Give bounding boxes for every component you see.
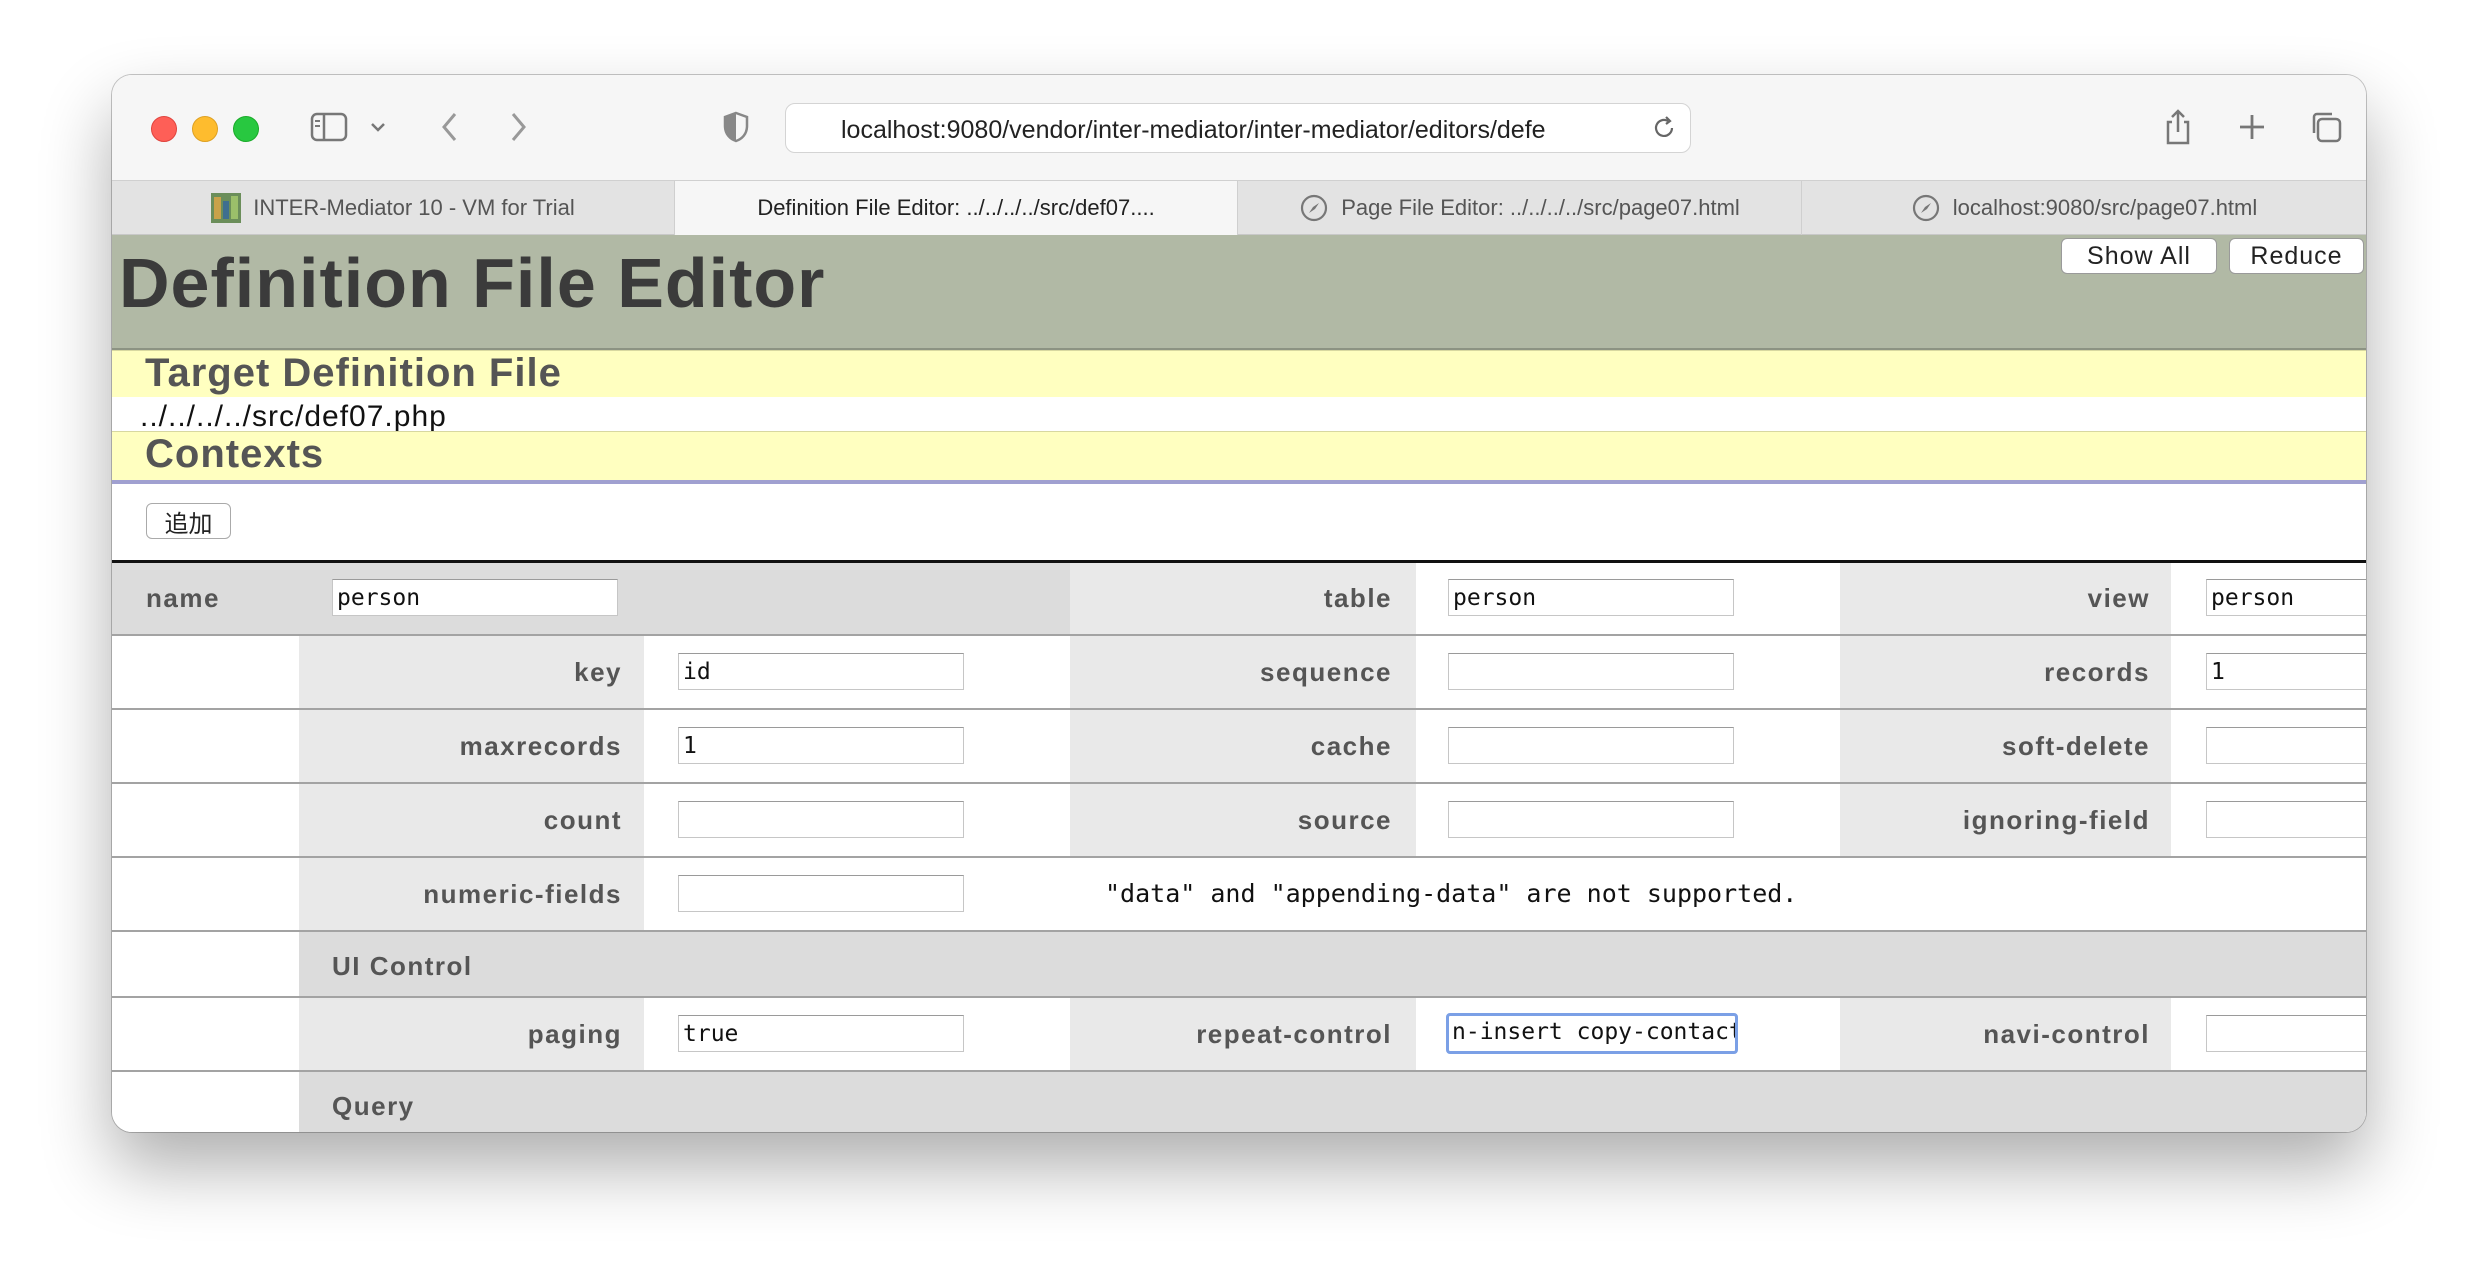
share-icon[interactable]	[2158, 109, 2198, 145]
maxrecords-label: maxrecords	[459, 731, 622, 761]
title-bar: localhost:9080/vendor/inter-mediator/int…	[112, 75, 2366, 180]
contexts-section-band: Contexts	[112, 431, 2366, 480]
page-title: Definition File Editor	[119, 244, 826, 322]
page-content: Definition File Editor Show All Reduce T…	[112, 235, 2366, 1132]
query-section-row: Query	[112, 1072, 2366, 1132]
tab-label: Definition File Editor: ../../../../src/…	[757, 195, 1155, 220]
name-label: name	[146, 583, 220, 613]
add-context-button[interactable]: 追加	[146, 503, 231, 539]
soft-delete-input[interactable]	[2206, 727, 2366, 764]
context-row-paging: paging true repeat-control n-insert copy…	[112, 998, 2366, 1072]
view-label: view	[2087, 583, 2150, 613]
table-label: table	[1323, 583, 1392, 613]
context-row-key: key id sequence records 1	[112, 636, 2366, 710]
chevron-down-icon[interactable]	[366, 109, 390, 145]
key-label: key	[574, 657, 622, 687]
data-not-supported-note: "data" and "appending-data" are not supp…	[1105, 879, 1798, 908]
url-text[interactable]: localhost:9080/vendor/inter-mediator/int…	[841, 116, 1631, 145]
source-input[interactable]	[1448, 801, 1734, 838]
records-label: records	[2044, 657, 2150, 687]
source-label: source	[1297, 805, 1392, 835]
tab-label: Page File Editor: ../../../../src/page07…	[1341, 195, 1740, 220]
cache-label: cache	[1310, 731, 1392, 761]
ignoring-field-label: ignoring-field	[1962, 805, 2150, 835]
compass-icon	[1912, 194, 1939, 222]
address-bar[interactable]: localhost:9080/vendor/inter-mediator/int…	[785, 103, 1691, 153]
sequence-input[interactable]	[1448, 653, 1734, 690]
navi-control-input[interactable]	[2206, 1015, 2366, 1052]
tab-bar: INTER-Mediator 10 - VM for Trial Definit…	[112, 180, 2366, 235]
privacy-shield-icon[interactable]	[718, 109, 754, 145]
target-section-title: Target Definition File	[145, 351, 562, 395]
tab-overview-icon[interactable]	[2306, 109, 2346, 145]
file-path: ../../../../src/def07.php	[140, 400, 447, 433]
paging-label: paging	[527, 1019, 622, 1049]
zoom-window-button[interactable]	[233, 116, 259, 142]
cache-input[interactable]	[1448, 727, 1734, 764]
query-header-cell	[299, 1072, 2366, 1132]
tab-page07[interactable]: localhost:9080/src/page07.html	[1802, 181, 2366, 235]
name-input[interactable]: person	[332, 579, 618, 616]
tab-page-file-editor[interactable]: Page File Editor: ../../../../src/page07…	[1238, 181, 1802, 235]
ui-control-header-cell	[299, 932, 2366, 996]
reduce-button[interactable]: Reduce	[2229, 238, 2364, 274]
tab-inter-mediator[interactable]: INTER-Mediator 10 - VM for Trial	[112, 181, 675, 235]
reload-icon[interactable]	[1650, 114, 1678, 142]
context-row-numeric-fields: numeric-fields "data" and "appending-dat…	[112, 858, 2366, 932]
inter-mediator-favicon-icon	[211, 193, 242, 223]
navi-control-label: navi-control	[1983, 1019, 2150, 1049]
target-section-band: Target Definition File	[112, 350, 2366, 397]
browser-window: localhost:9080/vendor/inter-mediator/int…	[112, 75, 2366, 1132]
divider	[112, 480, 2366, 484]
ui-control-section-row: UI Control	[112, 932, 2366, 998]
tab-definition-file-editor[interactable]: Definition File Editor: ../../../../src/…	[675, 181, 1238, 235]
numeric-fields-input[interactable]	[678, 875, 964, 912]
numeric-fields-label: numeric-fields	[423, 879, 622, 909]
compass-icon	[1301, 194, 1328, 222]
table-input[interactable]: person	[1448, 579, 1734, 616]
show-all-button[interactable]: Show All	[2061, 238, 2217, 274]
tab-label: localhost:9080/src/page07.html	[1952, 195, 2258, 220]
context-row-name: name person table person view person	[112, 563, 2366, 636]
new-tab-plus-icon[interactable]	[2232, 109, 2272, 145]
tab-label: INTER-Mediator 10 - VM for Trial	[253, 195, 575, 220]
count-label: count	[543, 805, 622, 835]
repeat-control-input[interactable]: n-insert copy-contact	[1446, 1013, 1738, 1054]
repeat-control-label: repeat-control	[1196, 1019, 1392, 1049]
sidebar-toggle-icon[interactable]	[307, 109, 351, 145]
context-row-maxrecords: maxrecords 1 cache soft-delete	[112, 710, 2366, 784]
count-input[interactable]	[678, 801, 964, 838]
contexts-section-title: Contexts	[145, 432, 325, 476]
query-section-title: Query	[332, 1091, 415, 1121]
key-input[interactable]: id	[678, 653, 964, 690]
forward-icon[interactable]	[500, 109, 536, 145]
page-header: Definition File Editor Show All Reduce	[112, 235, 2366, 350]
paging-input[interactable]: true	[678, 1015, 964, 1052]
sequence-label: sequence	[1260, 657, 1392, 687]
maxrecords-input[interactable]: 1	[678, 727, 964, 764]
context-row-count: count source ignoring-field	[112, 784, 2366, 858]
records-input[interactable]: 1	[2206, 653, 2366, 690]
ignoring-field-input[interactable]	[2206, 801, 2366, 838]
view-input[interactable]: person	[2206, 579, 2366, 616]
close-window-button[interactable]	[151, 116, 177, 142]
minimize-window-button[interactable]	[192, 116, 218, 142]
soft-delete-label: soft-delete	[2002, 731, 2150, 761]
ui-control-section-title: UI Control	[332, 951, 473, 981]
back-icon[interactable]	[432, 109, 468, 145]
